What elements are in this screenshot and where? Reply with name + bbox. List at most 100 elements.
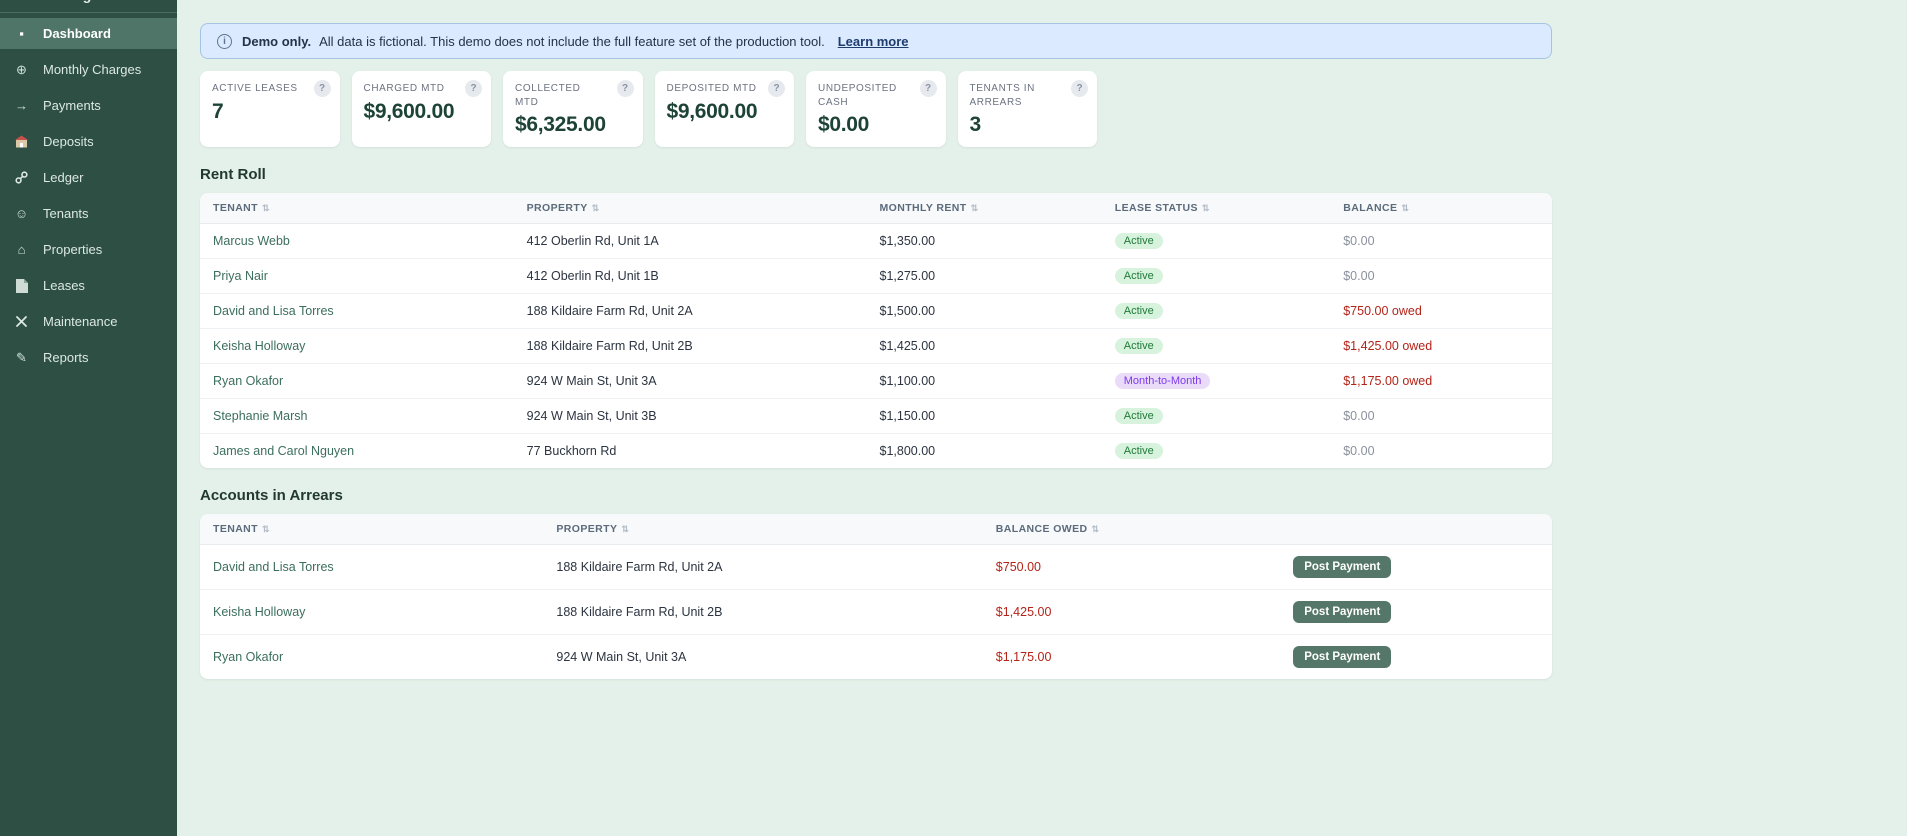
sort-icon[interactable]: ⇅: [621, 524, 629, 534]
tenant-cell: James and Carol Nguyen: [200, 434, 514, 469]
tenant-cell: Priya Nair: [200, 258, 514, 294]
sort-icon[interactable]: ⇅: [1092, 524, 1100, 534]
balance-cell: $0.00: [1330, 258, 1552, 294]
tenant-link[interactable]: Marcus Webb: [213, 234, 290, 248]
column-header-property: PROPERTY ⇅: [513, 193, 867, 224]
property-cell: 412 Oberlin Rd, Unit 1B: [513, 258, 867, 294]
tenant-cell: Keisha Holloway: [200, 328, 514, 364]
actions-cell: Post Payment: [1280, 589, 1552, 635]
post-payment-button[interactable]: Post Payment: [1293, 601, 1392, 623]
monthly-rent-cell: $1,500.00: [866, 293, 1102, 329]
stat-card-collected-mtd: COLLECTED MTD? $6,325.00: [503, 71, 643, 147]
tenant-link[interactable]: David and Lisa Torres: [213, 560, 334, 574]
tenant-cell: Marcus Webb: [200, 223, 514, 259]
tenant-link[interactable]: Ryan Okafor: [213, 650, 283, 664]
property-cell: 188 Kildaire Farm Rd, Unit 2B: [513, 328, 867, 364]
alert-message: All data is fictional. This demo does no…: [319, 33, 825, 49]
stat-card-charged-mtd: CHARGED MTD? $9,600.00: [351, 71, 491, 147]
status-badge: Active: [1114, 408, 1163, 424]
tenant-link[interactable]: James and Carol Nguyen: [213, 444, 354, 458]
table-row: David and Lisa Torres 188 Kildaire Farm R…: [200, 544, 1552, 590]
stat-card-label: COLLECTED MTD: [515, 83, 581, 108]
stat-card-value: $0.00: [818, 113, 870, 136]
stat-card-label: UNDEPOSITED CASH: [818, 83, 897, 108]
column-header-lease-status: LEASE STATUS ⇅: [1101, 193, 1331, 224]
balance-cell: $1,425.00 owed: [1330, 328, 1552, 364]
sidebar-item-reports[interactable]: ✎ Reports: [0, 342, 177, 373]
table-row: Ryan Okafor 924 W Main St, Unit 3A $1,100.…: [200, 363, 1552, 399]
rent-roll-header-row: TENANT ⇅ PROPERTY ⇅ MONTHLY RENT ⇅ LEASE STATU…: [200, 193, 1552, 224]
tenant-link[interactable]: Stephanie Marsh: [213, 409, 308, 423]
help-icon[interactable]: ?: [465, 80, 482, 97]
sidebar-item-ledger[interactable]: Ledger: [0, 162, 177, 193]
sort-icon[interactable]: ⇅: [262, 203, 270, 213]
table-row: Marcus Webb 412 Oberlin Rd, Unit 1A $1,350…: [200, 223, 1552, 259]
tenant-link[interactable]: David and Lisa Torres: [213, 304, 334, 318]
sort-icon[interactable]: ⇅: [971, 203, 979, 213]
column-header-tenant: TENANT ⇅: [200, 193, 514, 224]
status-badge: Active: [1114, 268, 1163, 284]
property-cell: 412 Oberlin Rd, Unit 1A: [513, 223, 867, 259]
help-icon[interactable]: ?: [616, 80, 634, 97]
demo-alert-banner: i Demo only. All data is fictional. This…: [200, 23, 1552, 59]
help-icon[interactable]: ?: [768, 80, 785, 97]
tenants-icon: ☺: [14, 206, 29, 221]
help-icon[interactable]: ?: [313, 80, 331, 97]
column-header-balance-owed: BALANCE OWED ⇅: [982, 514, 1281, 545]
help-icon[interactable]: ?: [919, 80, 937, 97]
sidebar-item-label: Dashboard: [43, 26, 111, 41]
tenant-cell: Ryan Okafor: [200, 363, 514, 399]
balance-cell: $0.00: [1330, 223, 1552, 259]
stat-card-value: 3: [969, 113, 982, 136]
rent-roll-body: Marcus Webb 412 Oberlin Rd, Unit 1A $1,350…: [200, 223, 1552, 469]
sidebar-item-label: Deposits: [43, 134, 94, 149]
table-row: Ryan Okafor 924 W Main St, Unit 3A $1,175.…: [200, 635, 1552, 680]
status-badge: Active: [1114, 338, 1163, 354]
tenant-link[interactable]: Priya Nair: [213, 269, 268, 283]
sidebar-item-tenants[interactable]: ☺ Tenants: [0, 198, 177, 229]
dashboard-icon: ▪: [19, 26, 24, 41]
arrears-heading: Accounts in Arrears: [200, 487, 343, 504]
actions-cell: Post Payment: [1280, 635, 1552, 680]
stat-card-label: CHARGED MTD: [363, 83, 445, 94]
lease-status-cell: Active: [1101, 223, 1331, 259]
sidebar-item-deposits[interactable]: Deposits: [0, 126, 177, 157]
actions-cell: Post Payment: [1280, 544, 1552, 590]
tenant-link[interactable]: Keisha Holloway: [213, 339, 305, 353]
property-cell: 924 W Main St, Unit 3A: [513, 363, 867, 399]
sidebar-item-maintenance[interactable]: Maintenance: [0, 306, 177, 337]
sidebar-item-dashboard[interactable]: ▪ Dashboard: [0, 18, 177, 49]
sidebar: Rent Management Demo ▪ Dashboard ⊕ Monthly …: [0, 0, 177, 836]
lease-status-cell: Active: [1101, 293, 1331, 329]
payments-icon: →: [15, 98, 28, 113]
sidebar-item-payments[interactable]: → Payments: [0, 90, 177, 121]
sort-icon[interactable]: ⇅: [262, 524, 270, 534]
post-payment-button[interactable]: Post Payment: [1293, 556, 1392, 578]
balance-owed-cell: $1,175.00: [995, 650, 1052, 664]
sidebar-item-properties[interactable]: ⌂ Properties: [0, 234, 177, 265]
stat-card-active-leases: ACTIVE LEASES? 7: [200, 71, 340, 147]
sidebar-item-leases[interactable]: Leases: [0, 270, 177, 301]
sidebar-item-monthly-charges[interactable]: ⊕ Monthly Charges: [0, 54, 177, 85]
properties-icon: ⌂: [17, 242, 26, 257]
sort-icon[interactable]: ⇅: [1401, 203, 1409, 213]
status-badge: Month-to-Month: [1114, 373, 1211, 389]
stat-card-undeposited-cash: UNDEPOSITED CASH? $0.00: [806, 71, 946, 147]
sort-icon[interactable]: ⇅: [592, 203, 600, 213]
ledger-icon: [13, 171, 30, 184]
property-cell: 188 Kildaire Farm Rd, Unit 2A: [543, 544, 983, 590]
balance-cell: $1,175.00 owed: [1330, 363, 1552, 399]
tenant-link[interactable]: Keisha Holloway: [213, 605, 305, 619]
learn-more-link[interactable]: Learn more: [838, 34, 909, 49]
tenant-link[interactable]: Ryan Okafor: [213, 374, 283, 388]
maintenance-icon: [13, 315, 30, 328]
table-row: James and Carol Nguyen 77 Buckhorn Rd $1,8…: [200, 434, 1552, 469]
sort-icon[interactable]: ⇅: [1202, 203, 1210, 213]
monthly-rent-cell: $1,800.00: [879, 444, 936, 458]
property-cell: 188 Kildaire Farm Rd, Unit 2A: [513, 293, 867, 329]
help-icon[interactable]: ?: [1071, 80, 1088, 97]
arrears-table: TENANT ⇅ PROPERTY ⇅ BALANCE OWED ⇅ David and …: [200, 514, 1552, 679]
post-payment-button[interactable]: Post Payment: [1293, 646, 1392, 668]
stats-row: ACTIVE LEASES? 7 CHARGED MTD? $9,600.00 COLL…: [200, 71, 1552, 147]
tenant-cell: Keisha Holloway: [200, 589, 544, 635]
